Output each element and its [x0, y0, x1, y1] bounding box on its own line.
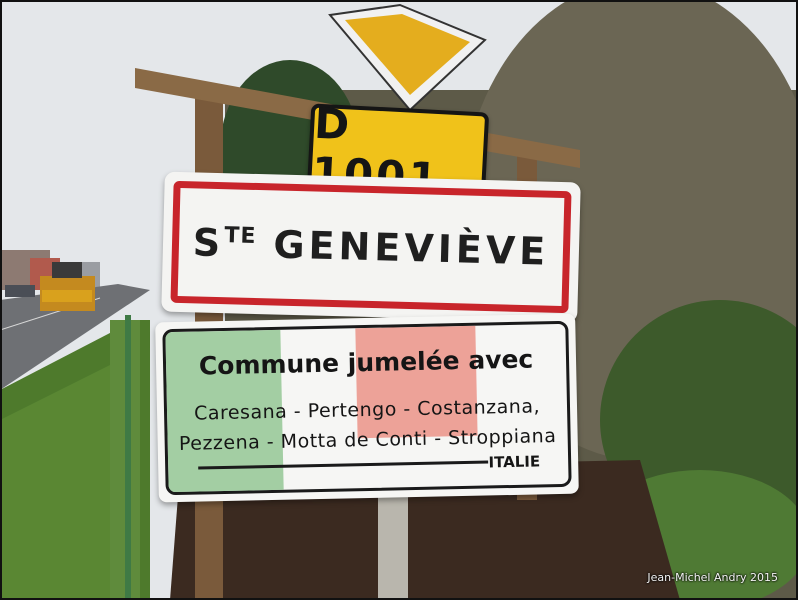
twinning-sign: Commune jumelée avec Caresana - Pertengo… — [155, 313, 579, 503]
town-sign-red-border: STE GENEVIÈVE — [170, 180, 572, 314]
town-prefix: S — [192, 220, 225, 266]
town-name: STE GENEVIÈVE — [192, 220, 549, 273]
twin-country: ITALIE — [488, 452, 541, 472]
town-prefix-superscript: TE — [224, 223, 257, 249]
photo-frame: D 1001 STE GENEVIÈVE Commune jumelée ave… — [0, 0, 798, 600]
twin-sign-border: Commune jumelée avec Caresana - Pertengo… — [162, 320, 572, 496]
italian-flag-red-band — [355, 325, 478, 439]
town-name-text: GENEVIÈVE — [272, 222, 550, 274]
photo-credit: Jean-Michel Andry 2015 — [647, 571, 778, 584]
town-entrance-sign: STE GENEVIÈVE — [161, 171, 581, 323]
